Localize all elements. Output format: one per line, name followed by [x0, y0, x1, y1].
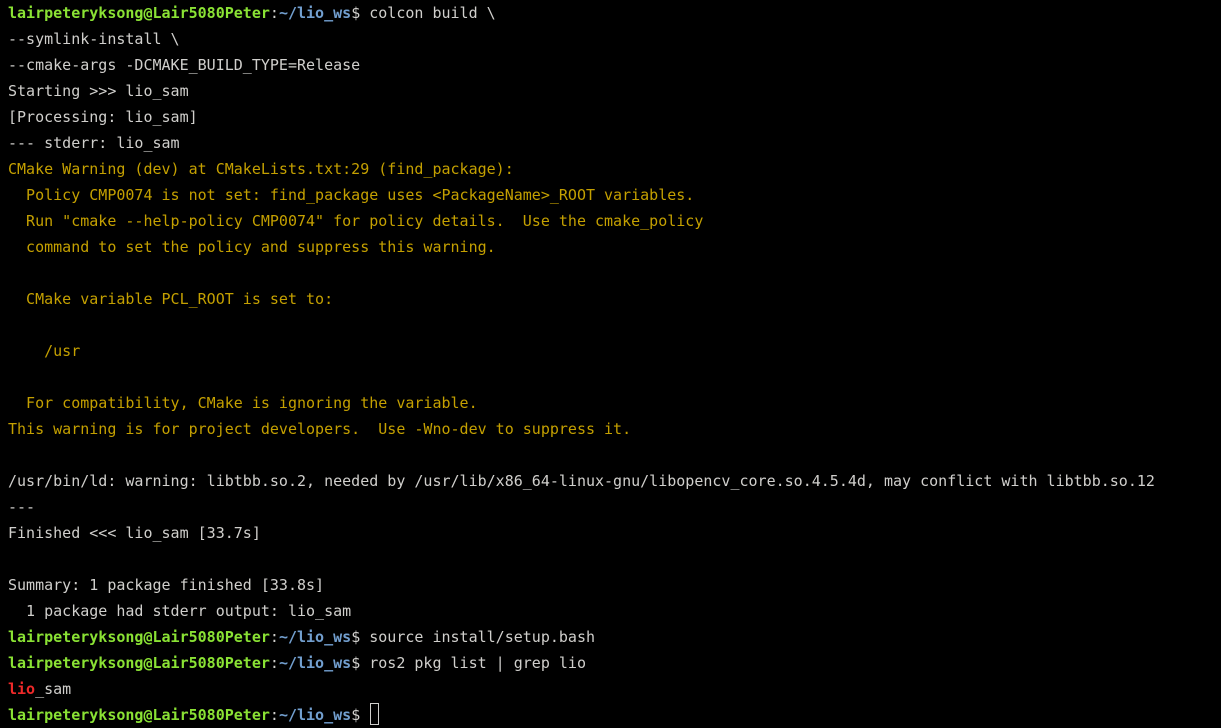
prompt-user-host: lairpeteryksong@Lair5080Peter: [8, 654, 270, 672]
prompt-colon: :: [269, 4, 279, 22]
output-line: --- stderr: lio_sam: [8, 134, 180, 152]
warning-line: command to set the policy and suppress t…: [8, 238, 496, 256]
grep-match-text: lio: [8, 680, 36, 698]
warning-line: This warning is for project developers. …: [8, 420, 632, 438]
output-line: --cmake-args -DCMAKE_BUILD_TYPE=Release: [8, 56, 361, 74]
prompt-path: ~/lio_ws: [278, 4, 352, 22]
prompt-colon: :: [269, 706, 279, 724]
text-cursor[interactable]: [370, 703, 380, 725]
output-line: --symlink-install \: [8, 30, 180, 48]
command-text: ros2 pkg list | grep lio: [369, 654, 586, 672]
prompt-path: ~/lio_ws: [278, 654, 352, 672]
prompt-colon: :: [269, 628, 279, 646]
summary-line: Summary: 1 package finished [33.8s]: [8, 576, 325, 594]
prompt-line-build: lairpeteryksong@Lair5080Peter:~/lio_ws$ …: [8, 0, 1221, 26]
grep-result-line: lio_sam: [8, 676, 1221, 702]
prompt-user-host: lairpeteryksong@Lair5080Peter: [8, 628, 270, 646]
separator-line: ---: [8, 498, 36, 516]
prompt-path: ~/lio_ws: [278, 706, 352, 724]
prompt-dollar: $: [351, 654, 370, 672]
warning-line: CMake Warning (dev) at CMakeLists.txt:29…: [8, 160, 514, 178]
warning-line: For compatibility, CMake is ignoring the…: [8, 394, 478, 412]
command-text: colcon build \: [369, 4, 496, 22]
output-line: Starting >>> lio_sam: [8, 82, 189, 100]
terminal-window[interactable]: lairpeteryksong@Lair5080Peter:~/lio_ws$ …: [0, 0, 1221, 725]
prompt-dollar: $: [351, 628, 370, 646]
prompt-user-host: lairpeteryksong@Lair5080Peter: [8, 4, 270, 22]
prompt-line-active[interactable]: lairpeteryksong@Lair5080Peter:~/lio_ws$: [8, 702, 1221, 728]
warning-line: /usr: [8, 342, 81, 360]
warning-line: Policy CMP0074 is not set: find_package …: [8, 186, 695, 204]
prompt-colon: :: [269, 654, 279, 672]
output-line: [Processing: lio_sam]: [8, 108, 198, 126]
linker-warning-line: /usr/bin/ld: warning: libtbb.so.2, neede…: [8, 472, 1155, 490]
summary-detail-line: 1 package had stderr output: lio_sam: [8, 602, 352, 620]
prompt-line-source: lairpeteryksong@Lair5080Peter:~/lio_ws$ …: [8, 624, 1221, 650]
grep-rest-text: _sam: [35, 680, 72, 698]
command-text: source install/setup.bash: [369, 628, 596, 646]
prompt-line-list: lairpeteryksong@Lair5080Peter:~/lio_ws$ …: [8, 650, 1221, 676]
prompt-user-host: lairpeteryksong@Lair5080Peter: [8, 706, 270, 724]
prompt-dollar: $: [351, 706, 370, 724]
warning-line: Run "cmake --help-policy CMP0074" for po…: [8, 212, 704, 230]
warning-line: CMake variable PCL_ROOT is set to:: [8, 290, 334, 308]
prompt-path: ~/lio_ws: [278, 628, 352, 646]
prompt-dollar: $: [351, 4, 370, 22]
finished-line: Finished <<< lio_sam [33.7s]: [8, 524, 261, 542]
